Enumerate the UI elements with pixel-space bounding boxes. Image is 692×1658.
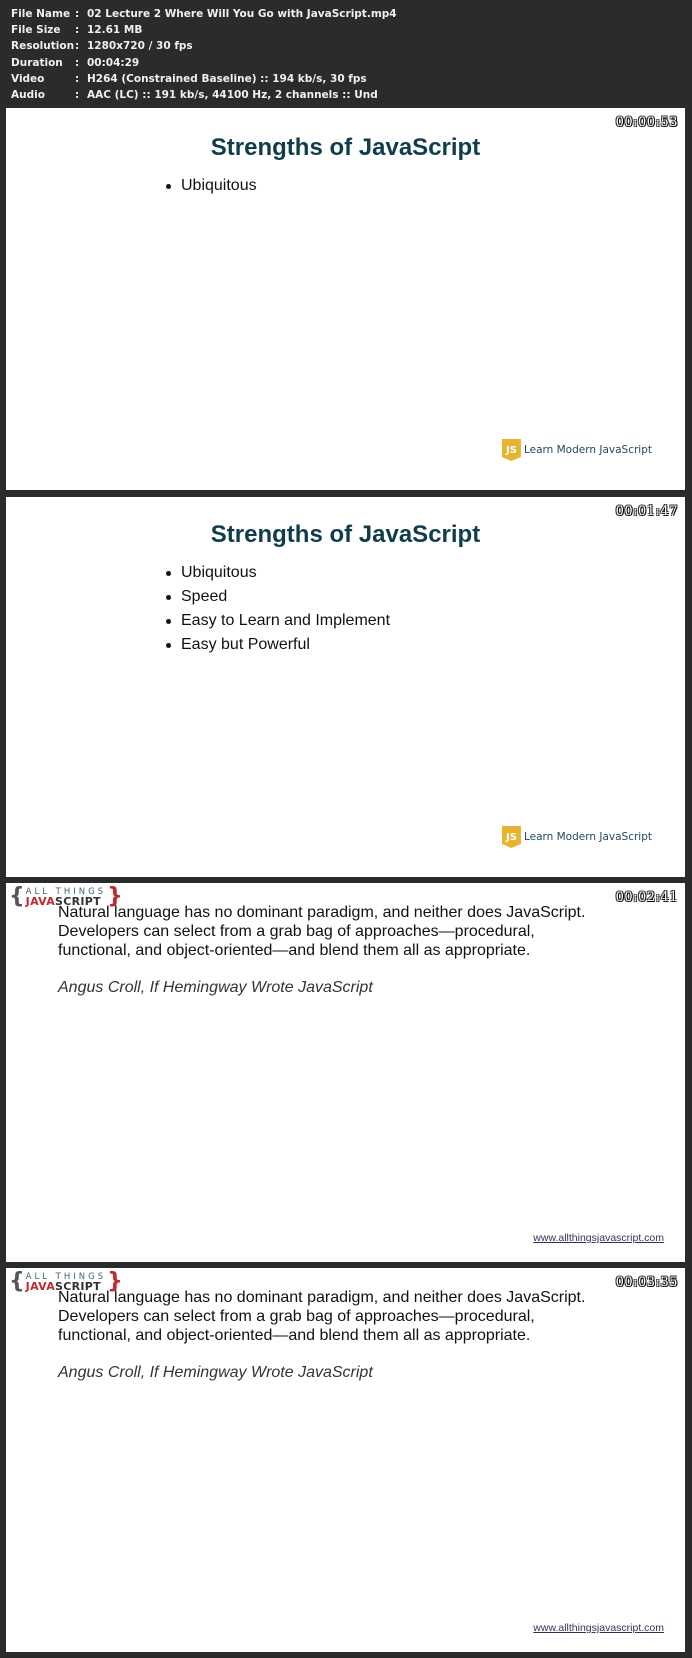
- quote-line: Developers can select from a grab bag of…: [58, 923, 535, 940]
- bullet-icon: [166, 594, 171, 600]
- bullet-list: Ubiquitous: [166, 174, 257, 198]
- bullet-item: Ubiquitous: [166, 561, 390, 585]
- bullet-item: Easy to Learn and Implement: [166, 609, 390, 633]
- js-shield-icon: JS: [501, 826, 521, 848]
- brand-java-text: JAVA: [25, 1280, 56, 1293]
- logo-text: Learn Modern JavaScript: [523, 831, 652, 843]
- file-info-row: Resolution:1280x720 / 30 fps: [11, 38, 397, 54]
- video-frame-2: 00:01:47 Strengths of JavaScript Ubiquit…: [6, 497, 685, 877]
- video-frame-1: 00:00:53 Strengths of JavaScript Ubiquit…: [6, 108, 685, 490]
- bullet-item: Ubiquitous: [166, 174, 257, 198]
- quote-text: Natural language has no dominant paradig…: [58, 903, 658, 960]
- brace-left-icon: {: [9, 884, 25, 909]
- file-info-row: Duration:00:04:29: [11, 55, 397, 71]
- bullet-icon: [166, 642, 171, 648]
- bullet-icon: [166, 570, 171, 576]
- quote-text: Natural language has no dominant paradig…: [58, 1288, 658, 1345]
- learn-modern-javascript-logo: JS Learn Modern JavaScript: [501, 439, 652, 461]
- file-info-key: Duration: [11, 56, 63, 69]
- slide-title: Strengths of JavaScript: [210, 521, 481, 548]
- learn-modern-javascript-logo: JS Learn Modern JavaScript: [501, 826, 652, 848]
- quote-line: Natural language has no dominant paradig…: [58, 1289, 586, 1306]
- file-info-value: AAC (LC) :: 191 kb/s, 44100 Hz, 2 channe…: [87, 89, 378, 102]
- file-info-value: 02 Lecture 2 Where Will You Go with Java…: [87, 8, 397, 20]
- quote-line: Natural language has no dominant paradig…: [58, 904, 586, 921]
- website-link[interactable]: www.allthingsjavascript.com: [533, 1622, 664, 1634]
- video-frame-3: { ALL THINGS JAVASCRIPT } 00:02:41 Natur…: [6, 883, 685, 1262]
- quote-citation: Angus Croll, If Hemingway Wrote JavaScri…: [58, 1364, 373, 1381]
- file-info-panel: File Name:02 Lecture 2 Where Will You Go…: [11, 6, 397, 103]
- file-info-value: 12.61 MB: [87, 24, 143, 37]
- js-shield-icon: JS: [501, 439, 521, 461]
- quote-line: Developers can select from a grab bag of…: [58, 1308, 535, 1325]
- website-link[interactable]: www.allthingsjavascript.com: [533, 1232, 664, 1244]
- quote-line: functional, and object-oriented—and blen…: [58, 1327, 531, 1344]
- file-info-row: File Size:12.61 MB: [11, 22, 397, 38]
- file-info-key: Resolution: [11, 40, 75, 53]
- file-info-key: File Size: [11, 24, 61, 37]
- file-info-value: H264 (Constrained Baseline) :: 194 kb/s,…: [87, 72, 367, 85]
- bullet-item: Speed: [166, 585, 390, 609]
- bullet-item: Easy but Powerful: [166, 633, 390, 657]
- file-info-value: 1280x720 / 30 fps: [87, 40, 193, 53]
- file-info-row: File Name:02 Lecture 2 Where Will You Go…: [11, 6, 397, 22]
- file-info-row: Video: H264 (Constrained Baseline) :: 194…: [11, 71, 397, 87]
- bullet-icon: [166, 618, 171, 624]
- brace-left-icon: {: [9, 1269, 25, 1294]
- brand-java-text: JAVA: [25, 895, 56, 908]
- video-frame-4: { ALL THINGS JAVASCRIPT } 00:03:35 Natur…: [6, 1268, 685, 1652]
- slide-title: Strengths of JavaScript: [210, 134, 481, 161]
- logo-text: Learn Modern JavaScript: [523, 444, 652, 456]
- bullet-list: Ubiquitous Speed Easy to Learn and Imple…: [166, 561, 390, 657]
- file-info-key: Video: [11, 72, 45, 85]
- quote-line: functional, and object-oriented—and blen…: [58, 942, 531, 959]
- bullet-icon: [166, 183, 171, 189]
- file-info-key: Audio: [11, 89, 45, 102]
- timestamp: 00:01:47: [615, 504, 678, 519]
- file-info-row: Audio: AAC (LC) :: 191 kb/s, 44100 Hz, 2 …: [11, 87, 397, 103]
- file-info-value: 00:04:29: [87, 56, 140, 69]
- file-info-key: File Name: [11, 8, 71, 20]
- quote-citation: Angus Croll, If Hemingway Wrote JavaScri…: [58, 979, 373, 996]
- timestamp: 00:00:53: [615, 115, 678, 130]
